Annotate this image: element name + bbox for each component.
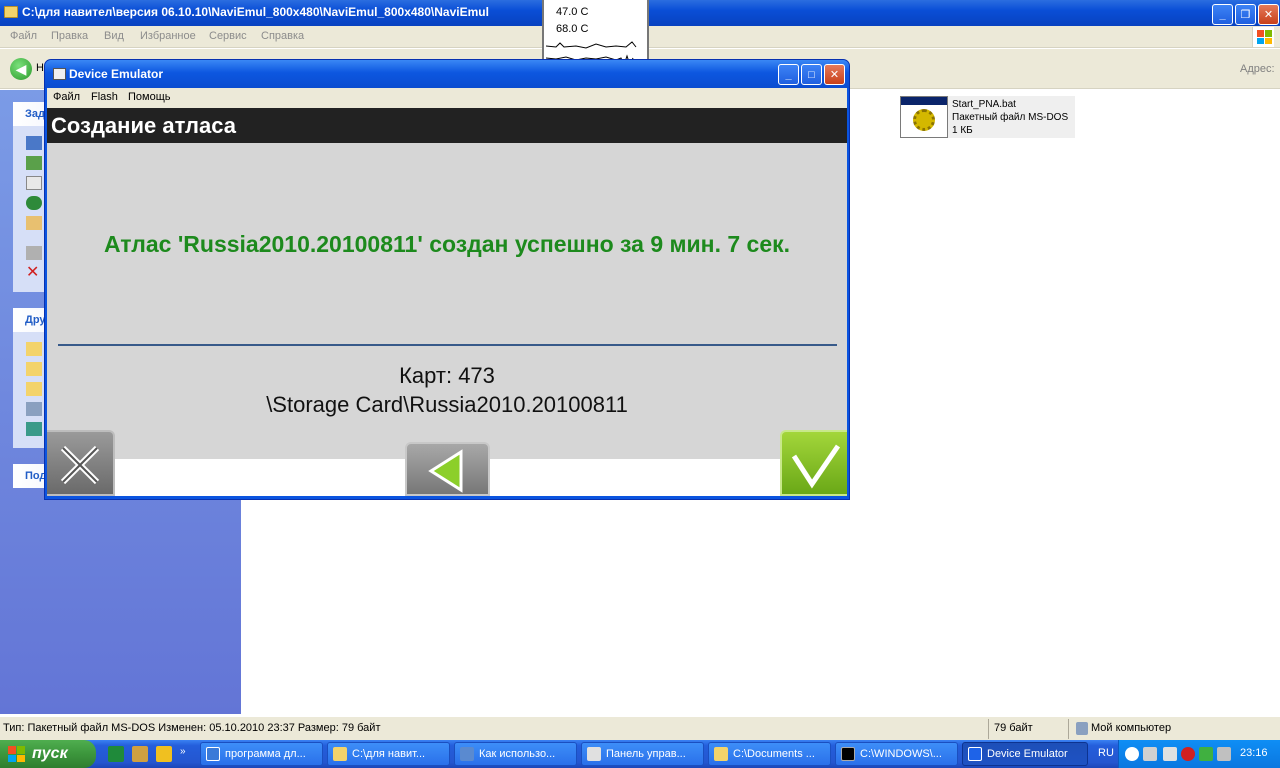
taskbar-button-active[interactable]: Device Emulator	[962, 742, 1088, 766]
temperature-2: 68.0 C	[556, 23, 589, 35]
batch-file-icon	[900, 96, 948, 138]
menu-view[interactable]: Вид	[104, 30, 124, 42]
status-location: Мой компьютер	[1091, 722, 1172, 734]
file-name: Start_PNA.bat	[952, 99, 1016, 110]
folder-icon[interactable]	[26, 362, 42, 376]
status-separator	[1068, 719, 1069, 739]
tray-expand-icon[interactable]	[1125, 747, 1139, 761]
clock[interactable]: 23:16	[1240, 747, 1268, 759]
close-x-icon	[60, 445, 100, 485]
temperature-1: 47.0 C	[556, 6, 589, 18]
menu-favorites[interactable]: Избранное	[140, 30, 196, 42]
monitor-icon[interactable]	[1217, 747, 1231, 761]
emulator-title: Device Emulator	[69, 67, 164, 81]
taskbar: пуск » программа дл... C:\для навит... К…	[0, 740, 1280, 768]
emulator-menu-file[interactable]: Файл	[53, 91, 80, 103]
file-details: Start_PNA.bat Пакетный файл MS-DOS 1 КБ	[952, 98, 1068, 137]
minimize-button[interactable]: _	[1212, 4, 1233, 25]
menu-help[interactable]: Справка	[261, 30, 304, 42]
language-indicator[interactable]: RU	[1098, 747, 1114, 759]
emulator-close-button[interactable]: ✕	[824, 64, 845, 85]
quicklaunch-icon[interactable]	[108, 746, 124, 762]
task-icon[interactable]	[26, 156, 42, 170]
cancel-button[interactable]	[47, 430, 115, 496]
system-tray: 23:16	[1118, 740, 1280, 768]
emulator-minimize-button[interactable]: _	[778, 64, 799, 85]
antivirus-icon[interactable]	[1181, 747, 1195, 761]
back-label[interactable]: Н	[36, 62, 44, 74]
taskbar-button[interactable]: Как использо...	[454, 742, 577, 766]
windows-logo-icon	[1252, 27, 1274, 47]
windows-flag-icon	[8, 746, 26, 762]
control-panel-icon	[587, 747, 601, 761]
back-button[interactable]	[405, 442, 490, 496]
quicklaunch-expand-icon[interactable]: »	[180, 746, 190, 762]
status-separator	[988, 719, 989, 739]
menu-tools[interactable]: Сервис	[209, 30, 247, 42]
taskbar-button[interactable]: Панель управ...	[581, 742, 704, 766]
taskbar-button[interactable]: C:\WINDOWS\...	[835, 742, 958, 766]
document-icon	[460, 747, 474, 761]
tray-icon[interactable]	[1143, 747, 1157, 761]
task-icon[interactable]	[26, 136, 42, 150]
computer-icon[interactable]	[26, 402, 42, 416]
screen-title: Создание атласа	[47, 108, 847, 143]
file-type: Пакетный файл MS-DOS	[952, 112, 1069, 123]
folder-icon[interactable]	[26, 342, 42, 356]
start-button[interactable]: пуск	[0, 740, 96, 768]
network-icon[interactable]	[1199, 747, 1213, 761]
taskbar-button[interactable]: C:\Documents ...	[708, 742, 831, 766]
folder-icon[interactable]	[26, 382, 42, 396]
back-triangle-icon	[428, 449, 463, 493]
taskbar-button[interactable]: программа дл...	[200, 742, 323, 766]
task-icon[interactable]	[26, 246, 42, 260]
maps-count: Карт: 473	[399, 363, 495, 388]
ie-icon	[206, 747, 220, 761]
emulator-app-icon	[53, 68, 66, 80]
emulator-icon	[968, 747, 982, 761]
delete-icon[interactable]: ✕	[26, 265, 42, 281]
file-size: 1 КБ	[952, 125, 973, 136]
task-icon[interactable]	[26, 176, 42, 190]
task-icon[interactable]	[26, 196, 42, 210]
menu-file[interactable]: Файл	[10, 30, 37, 42]
quicklaunch-icon[interactable]	[156, 746, 172, 762]
taskbar-button[interactable]: C:\для навит...	[327, 742, 450, 766]
explorer-window-controls: _ ❐ ✕	[1212, 4, 1279, 25]
checkmark-icon	[791, 444, 841, 489]
console-icon	[841, 747, 855, 761]
status-bar: Тип: Пакетный файл MS-DOS Изменен: 05.10…	[0, 716, 1280, 740]
emulator-menubar: Файл Flash Помощь	[47, 88, 847, 108]
tray-icon[interactable]	[1163, 747, 1177, 761]
file-item[interactable]: Start_PNA.bat Пакетный файл MS-DOS 1 КБ	[900, 96, 1075, 138]
network-icon[interactable]	[26, 422, 42, 436]
status-info: Тип: Пакетный файл MS-DOS Изменен: 05.10…	[3, 722, 381, 734]
explorer-title: C:\для навител\версия 06.10.10\NaviEmul_…	[22, 5, 489, 19]
device-screen: Создание атласа Атлас 'Russia2010.201008…	[47, 108, 847, 496]
atlas-path: \Storage Card\Russia2010.20100811	[266, 392, 628, 417]
menu-edit[interactable]: Правка	[51, 30, 88, 42]
folder-icon	[4, 6, 18, 18]
emulator-window-controls: _ □ ✕	[778, 64, 845, 85]
status-size: 79 байт	[994, 722, 1033, 734]
device-emulator-window: Device Emulator _ □ ✕ Файл Flash Помощь …	[44, 59, 850, 500]
divider	[58, 344, 837, 346]
success-message: Атлас 'Russia2010.20100811' создан успеш…	[103, 231, 791, 257]
folder-icon	[714, 747, 728, 761]
emulator-menu-flash[interactable]: Flash	[91, 91, 118, 103]
maximize-button[interactable]: ❐	[1235, 4, 1256, 25]
emulator-menu-help[interactable]: Помощь	[128, 91, 171, 103]
emulator-maximize-button[interactable]: □	[801, 64, 822, 85]
address-label: Адрес:	[1240, 63, 1275, 75]
back-arrow-icon[interactable]: ◀	[10, 58, 32, 80]
start-label: пуск	[32, 745, 68, 762]
emulator-titlebar[interactable]: Device Emulator _ □ ✕	[45, 60, 849, 88]
computer-icon	[1076, 722, 1088, 735]
folder-icon	[333, 747, 347, 761]
close-button[interactable]: ✕	[1258, 4, 1279, 25]
ok-button[interactable]	[780, 430, 847, 496]
task-icon[interactable]	[26, 216, 42, 230]
quicklaunch-icon[interactable]	[132, 746, 148, 762]
